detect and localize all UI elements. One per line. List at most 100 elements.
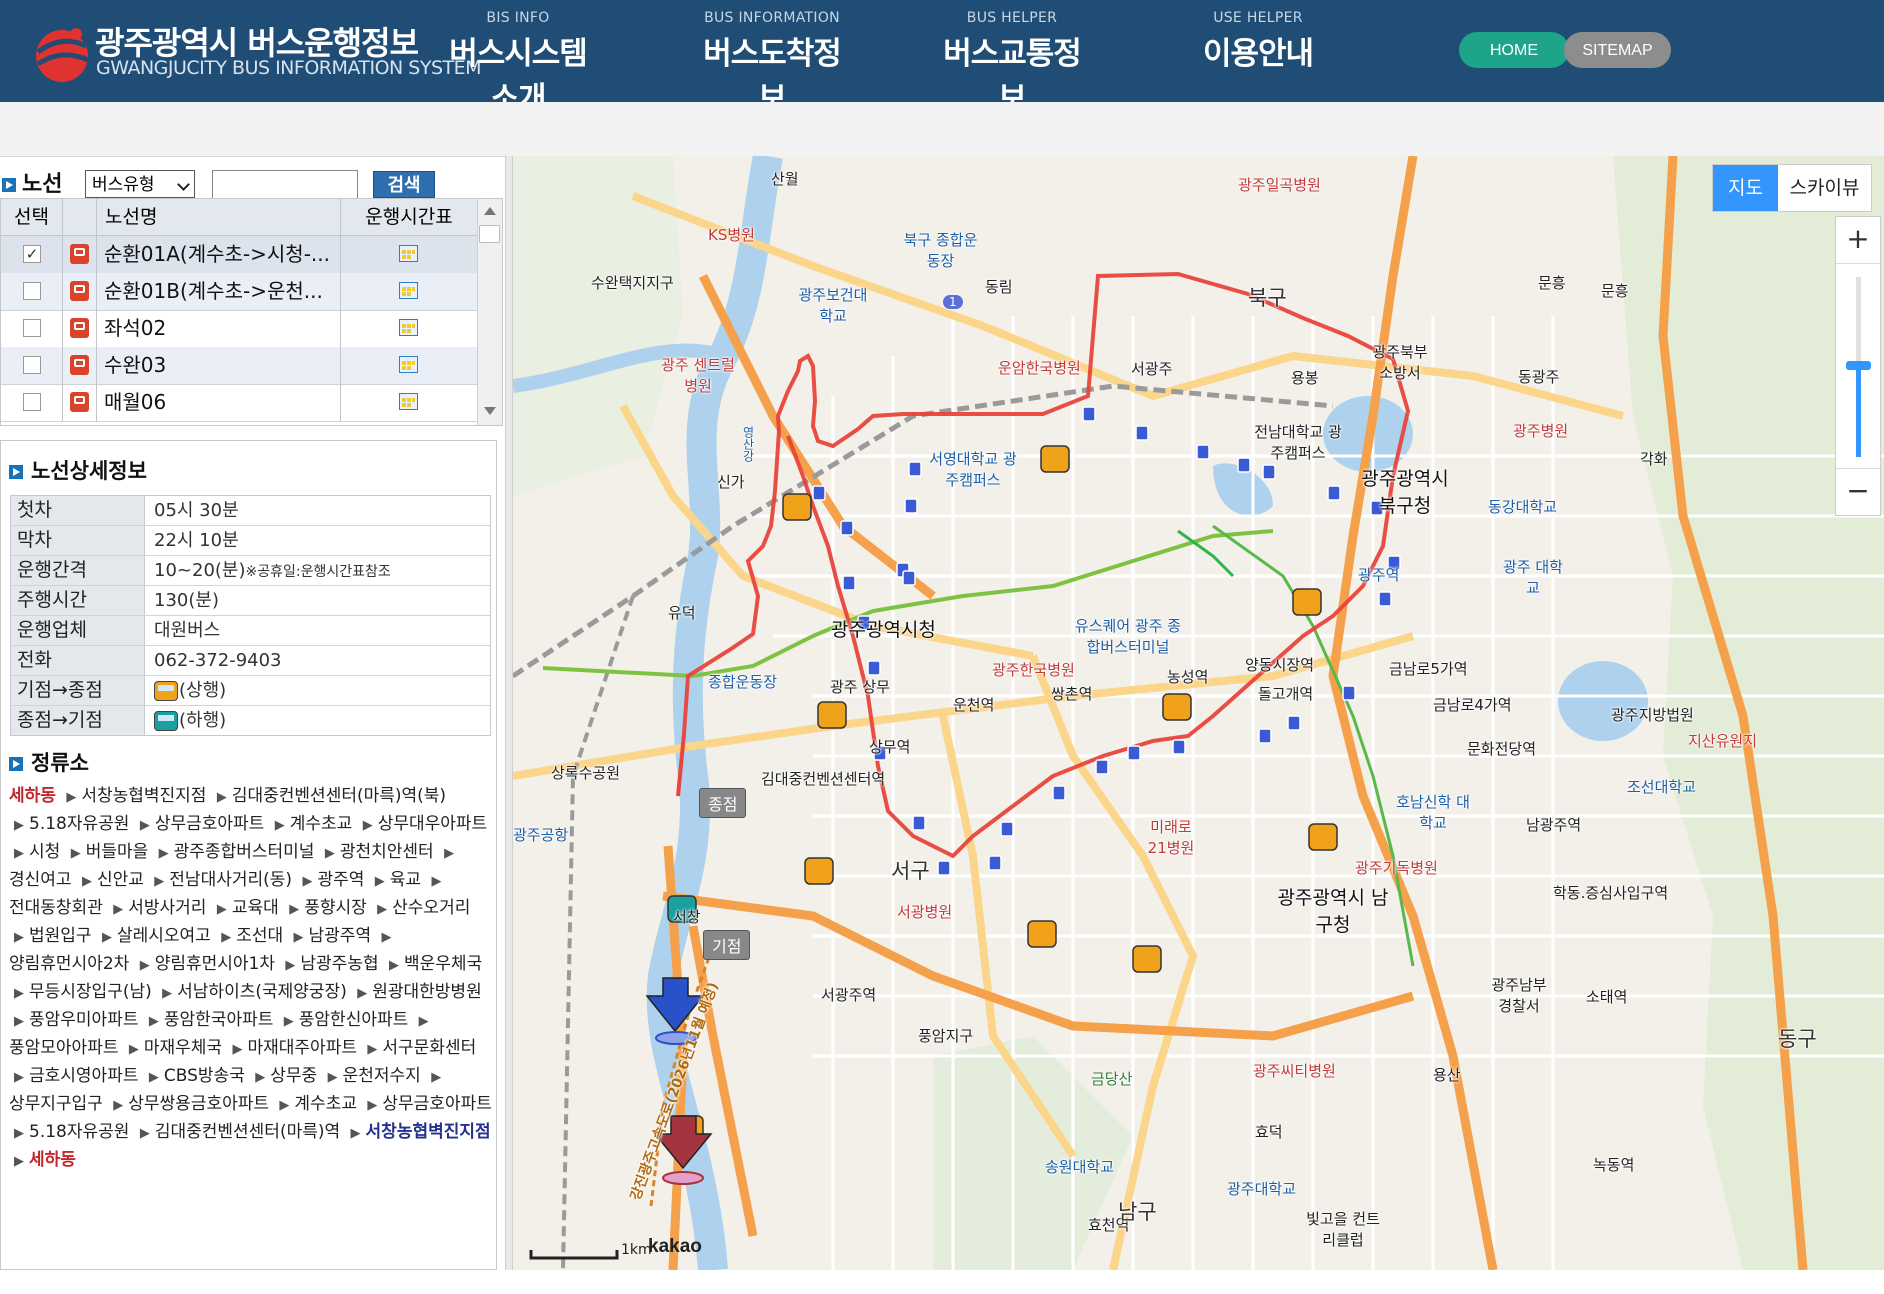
table-row[interactable]: 수완03 [1,347,477,385]
stop-link[interactable]: 육교 [390,870,421,890]
table-row[interactable]: 매월06 [1,384,477,422]
stop-link[interactable]: 조선대 [236,926,283,946]
route-name[interactable]: 매월06 [104,384,334,421]
map-label: 용산 [1433,1066,1461,1084]
stop-link[interactable]: 남광주역 [309,926,372,946]
stop-link[interactable]: 계수초교 [290,814,353,834]
stop-link[interactable]: 풍암한신아파트 [299,1010,408,1030]
map-type-toggle: 지도 스카이뷰 [1712,164,1872,212]
stop-link[interactable]: 상무중 [270,1066,317,1086]
column-header-route-name: 노선명 [97,199,341,235]
stop-link[interactable]: CBS방송국 [164,1066,245,1086]
timetable-icon[interactable] [399,245,418,262]
stop-link[interactable]: 원광대한방병원 [372,982,481,1002]
stop-link[interactable]: 전대동창회관 [9,898,103,918]
stop-link[interactable]: 백운우체국 [404,954,482,974]
stop-link[interactable]: 무등시장입구(남) [29,982,152,1002]
stop-link[interactable]: 마재우체국 [144,1038,222,1058]
stop-link[interactable]: 교육대 [232,898,279,918]
stop-link[interactable]: 전남대사거리(동) [169,870,292,890]
stop-link[interactable]: 광주역 [317,870,364,890]
stop-link[interactable]: 상무금호아파트 [155,814,264,834]
stop-link[interactable]: 법원입구 [29,926,92,946]
bus-type-select[interactable]: 버스유형 [85,170,195,198]
stop-link[interactable]: 계수초교 [294,1094,357,1114]
stop-link[interactable]: 남광주농협 [300,954,378,974]
panel-splitter[interactable] [505,156,513,1270]
scroll-thumb[interactable] [479,225,500,243]
row-checkbox[interactable]: ✓ [23,245,41,263]
stop-link[interactable]: 서남하이츠(국제양궁장) [177,982,347,1002]
stop-link[interactable]: 상무쌍용금호아파트 [128,1094,269,1114]
stop-link[interactable]: 서창농협벽진지점 [81,786,206,806]
timetable-icon[interactable] [399,282,418,299]
stop-link[interactable]: 금호시영아파트 [29,1066,138,1086]
stop-link[interactable]: 5.18자유공원 [29,1122,129,1142]
menu-use-helper[interactable]: USE HELPER 이용안내 [1178,10,1338,73]
route-name[interactable]: 순환01B(계수초->운천... [104,273,334,310]
stop-link[interactable]: 풍암한국아파트 [164,1010,273,1030]
detail-value: 대원버스 [154,620,221,641]
stop-arrow-icon: ▶ [66,790,77,805]
route-search-input[interactable] [212,170,358,200]
stop-arrow-icon: ▶ [113,1098,124,1113]
route-name[interactable]: 순환01A(계수초->시청-... [104,236,334,273]
timetable-icon[interactable] [399,319,418,336]
stop-link[interactable]: 운천저수지 [343,1066,421,1086]
map-type-skyview-button[interactable]: 스카이뷰 [1778,165,1871,211]
stop-link[interactable]: 광주종합버스터미널 [174,842,315,862]
table-row[interactable]: ✓ 순환01A(계수초->시청-... [1,236,477,274]
timetable-icon[interactable] [399,393,418,410]
stop-link[interactable]: 세하동 [9,786,56,806]
zoom-in-button[interactable]: + [1836,217,1880,264]
stop-link[interactable]: 살레시오여고 [117,926,211,946]
stop-link[interactable]: 서방사거리 [128,898,206,918]
row-checkbox[interactable] [23,319,41,337]
map-type-map-button[interactable]: 지도 [1713,165,1778,211]
stop-list-title: 정류소 [9,747,89,777]
section-arrow-icon [9,757,23,771]
scroll-down-icon[interactable] [484,407,496,415]
search-button[interactable]: 검색 [373,171,435,198]
stop-link[interactable]: 상무금호아파트 [382,1094,491,1114]
stop-link[interactable]: 김대중컨벤션센터(마륵)역(북) [232,786,446,806]
stop-link[interactable]: 김대중컨벤션센터(마륵)역 [155,1122,340,1142]
stop-link[interactable]: 5.18자유공원 [29,814,129,834]
map-view[interactable]: 광주일곡병원 산월 KS병원 북구 종합운동장 동림 수완택지지구 광주보건대학… [513,156,1884,1270]
zoom-out-button[interactable]: − [1836,468,1880,515]
zoom-slider-handle[interactable] [1846,361,1871,370]
scroll-up-icon[interactable] [484,207,496,215]
table-row[interactable]: 좌석02 [1,310,477,348]
table-scrollbar[interactable] [477,199,502,425]
stop-link[interactable]: 버들마을 [86,842,149,862]
stop-link[interactable]: 상무지구입구 [9,1094,103,1114]
stop-arrow-icon: ▶ [444,846,455,861]
stop-link[interactable]: 서구문화센터 [382,1038,476,1058]
stop-link[interactable]: 경신여고 [9,870,72,890]
stop-link[interactable]: 양림휴먼시아1차 [155,954,275,974]
sitemap-button[interactable]: SITEMAP [1564,32,1671,68]
stop-link[interactable]: 시청 [29,842,60,862]
row-checkbox[interactable] [23,282,41,300]
row-checkbox[interactable] [23,393,41,411]
stop-link[interactable]: 신안교 [97,870,144,890]
column-header-select: 선택 [1,199,63,235]
stop-link[interactable]: 풍암모아아파트 [9,1038,118,1058]
stop-link[interactable]: 세하동 [29,1150,76,1170]
route-name[interactable]: 좌석02 [104,310,334,347]
route-name[interactable]: 수완03 [104,347,334,384]
stop-link[interactable]: 서창농협벽진지점 [366,1122,491,1142]
stop-link[interactable]: 풍암우미아파트 [29,1010,138,1030]
stop-link[interactable]: 상무대우아파트 [378,814,487,834]
stop-link[interactable]: 마재대주아파트 [248,1038,357,1058]
stop-link[interactable]: 풍향시장 [304,898,367,918]
timetable-icon[interactable] [399,356,418,373]
stop-link[interactable]: 양림휴먼시아2차 [9,954,129,974]
table-row[interactable]: 순환01B(계수초->운천... [1,273,477,311]
site-logo[interactable]: 광주광역시 버스운행정보 GWANGJUCITY BUS INFORMATION… [32,18,482,82]
stop-link[interactable]: 광천치안센터 [340,842,434,862]
stop-link[interactable]: 산수오거리 [392,898,470,918]
row-checkbox[interactable] [23,356,41,374]
home-button[interactable]: HOME [1459,32,1569,68]
bus-icon [70,392,89,412]
